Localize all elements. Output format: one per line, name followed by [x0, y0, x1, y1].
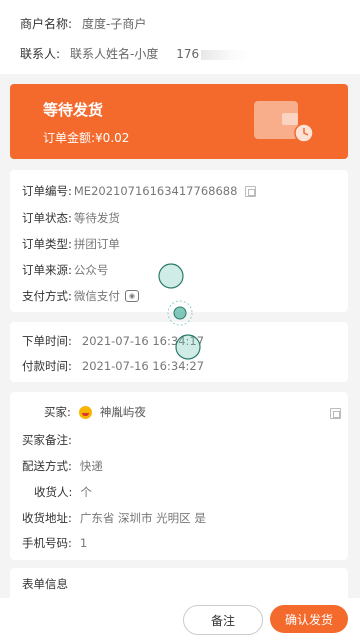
status-title: 等待发货 — [43, 101, 104, 119]
wallet-clock-icon — [254, 101, 314, 143]
buyer-label: 买家: — [44, 405, 71, 419]
merchant-name-row: 商户名称: 度度-子商户 — [20, 15, 146, 32]
order-status-banner: 等待发货 订单金额:¥0.02 — [10, 84, 348, 159]
phone-mask — [201, 49, 252, 60]
address-value: 广东省 深圳市 光明区 是 — [79, 511, 206, 525]
payment-method-row: 支付方式: 微信支付 ◉ — [22, 288, 139, 304]
order-source-label: 订单来源: — [22, 263, 72, 277]
payment-method-label: 支付方式: — [22, 289, 72, 303]
phone-label: 手机号码: — [22, 536, 72, 550]
receiver-label: 收货人: — [34, 485, 73, 499]
order-number-label: 订单编号: — [22, 184, 72, 198]
order-time-value: 2021-07-16 16:34:17 — [81, 334, 205, 348]
buyer-remark-label: 买家备注: — [22, 433, 72, 447]
pay-time-value: 2021-07-16 16:34:27 — [81, 359, 205, 373]
order-number-value: ME20210716163417768688 — [73, 184, 238, 198]
merchant-name-value: 度度-子商户 — [82, 17, 147, 31]
phone-row: 手机号码: 1 — [22, 535, 87, 551]
order-time-card: 下单时间: 2021-07-16 16:34:17 付款时间: 2021-07-… — [10, 322, 348, 382]
merchant-card: 商户名称: 度度-子商户 联系人: 联系人姓名-小度 176 — [0, 0, 360, 74]
order-status-value: 等待发货 — [73, 211, 120, 225]
delivery-label: 配送方式: — [22, 459, 72, 473]
merchant-contact-row: 联系人: 联系人姓名-小度 176 — [20, 45, 252, 62]
delivery-value: 快递 — [79, 459, 103, 473]
order-amount: 订单金额:¥0.02 — [43, 131, 130, 145]
receiver-value: 个 — [80, 485, 92, 499]
order-number-row: 订单编号: ME20210716163417768688 — [22, 183, 257, 199]
buyer-info-card: 买家: 神胤屿夜 买家备注: 配送方式: 快递 收货人: 个 收货地址: 广东省… — [10, 392, 348, 560]
order-status-label: 订单状态: — [22, 211, 72, 225]
delivery-row: 配送方式: 快递 — [22, 458, 103, 474]
confirm-ship-button[interactable]: 确认发货 — [270, 605, 348, 633]
order-detail-card: 订单编号: ME20210716163417768688 订单状态: 等待发货 … — [10, 170, 348, 312]
order-type-value: 拼团订单 — [73, 237, 120, 251]
address-row: 收货地址: 广东省 深圳市 光明区 是 — [22, 510, 206, 526]
buyer-remark-row: 买家备注: — [22, 432, 72, 448]
order-source-row: 订单来源: 公众号 — [22, 262, 108, 278]
order-time-row: 下单时间: 2021-07-16 16:34:17 — [22, 333, 204, 349]
contact-phone: 176 — [176, 47, 200, 61]
order-status-row: 订单状态: 等待发货 — [22, 210, 120, 226]
note-button[interactable]: 备注 — [183, 605, 263, 635]
order-source-value: 公众号 — [73, 263, 109, 277]
receiver-row: 收货人: 个 — [34, 484, 92, 500]
contact-label: 联系人: — [20, 47, 61, 61]
contact-value: 联系人姓名-小度 — [70, 47, 159, 61]
buyer-name: 神胤屿夜 — [99, 405, 146, 419]
order-type-row: 订单类型: 拼团订单 — [22, 236, 120, 252]
buyer-row: 买家: 神胤屿夜 — [44, 404, 146, 420]
pay-time-row: 付款时间: 2021-07-16 16:34:27 — [22, 358, 204, 374]
buyer-avatar — [78, 405, 92, 419]
form-info-label: 表单信息 — [22, 577, 68, 591]
merchant-name-label: 商户名称: — [20, 17, 73, 31]
payment-method-value: 微信支付 — [73, 289, 120, 303]
pay-time-label: 付款时间: — [22, 359, 72, 373]
wechat-pay-icon: ◉ — [124, 290, 139, 302]
order-time-label: 下单时间: — [22, 334, 72, 348]
copy-buyer-icon[interactable] — [330, 408, 341, 419]
phone-value: 1 — [79, 536, 88, 550]
address-label: 收货地址: — [22, 511, 72, 525]
bottom-action-bar: 备注 确认发货 — [0, 598, 360, 640]
order-type-label: 订单类型: — [22, 237, 72, 251]
form-info-title: 表单信息 — [22, 576, 68, 592]
copy-icon[interactable] — [245, 185, 257, 197]
